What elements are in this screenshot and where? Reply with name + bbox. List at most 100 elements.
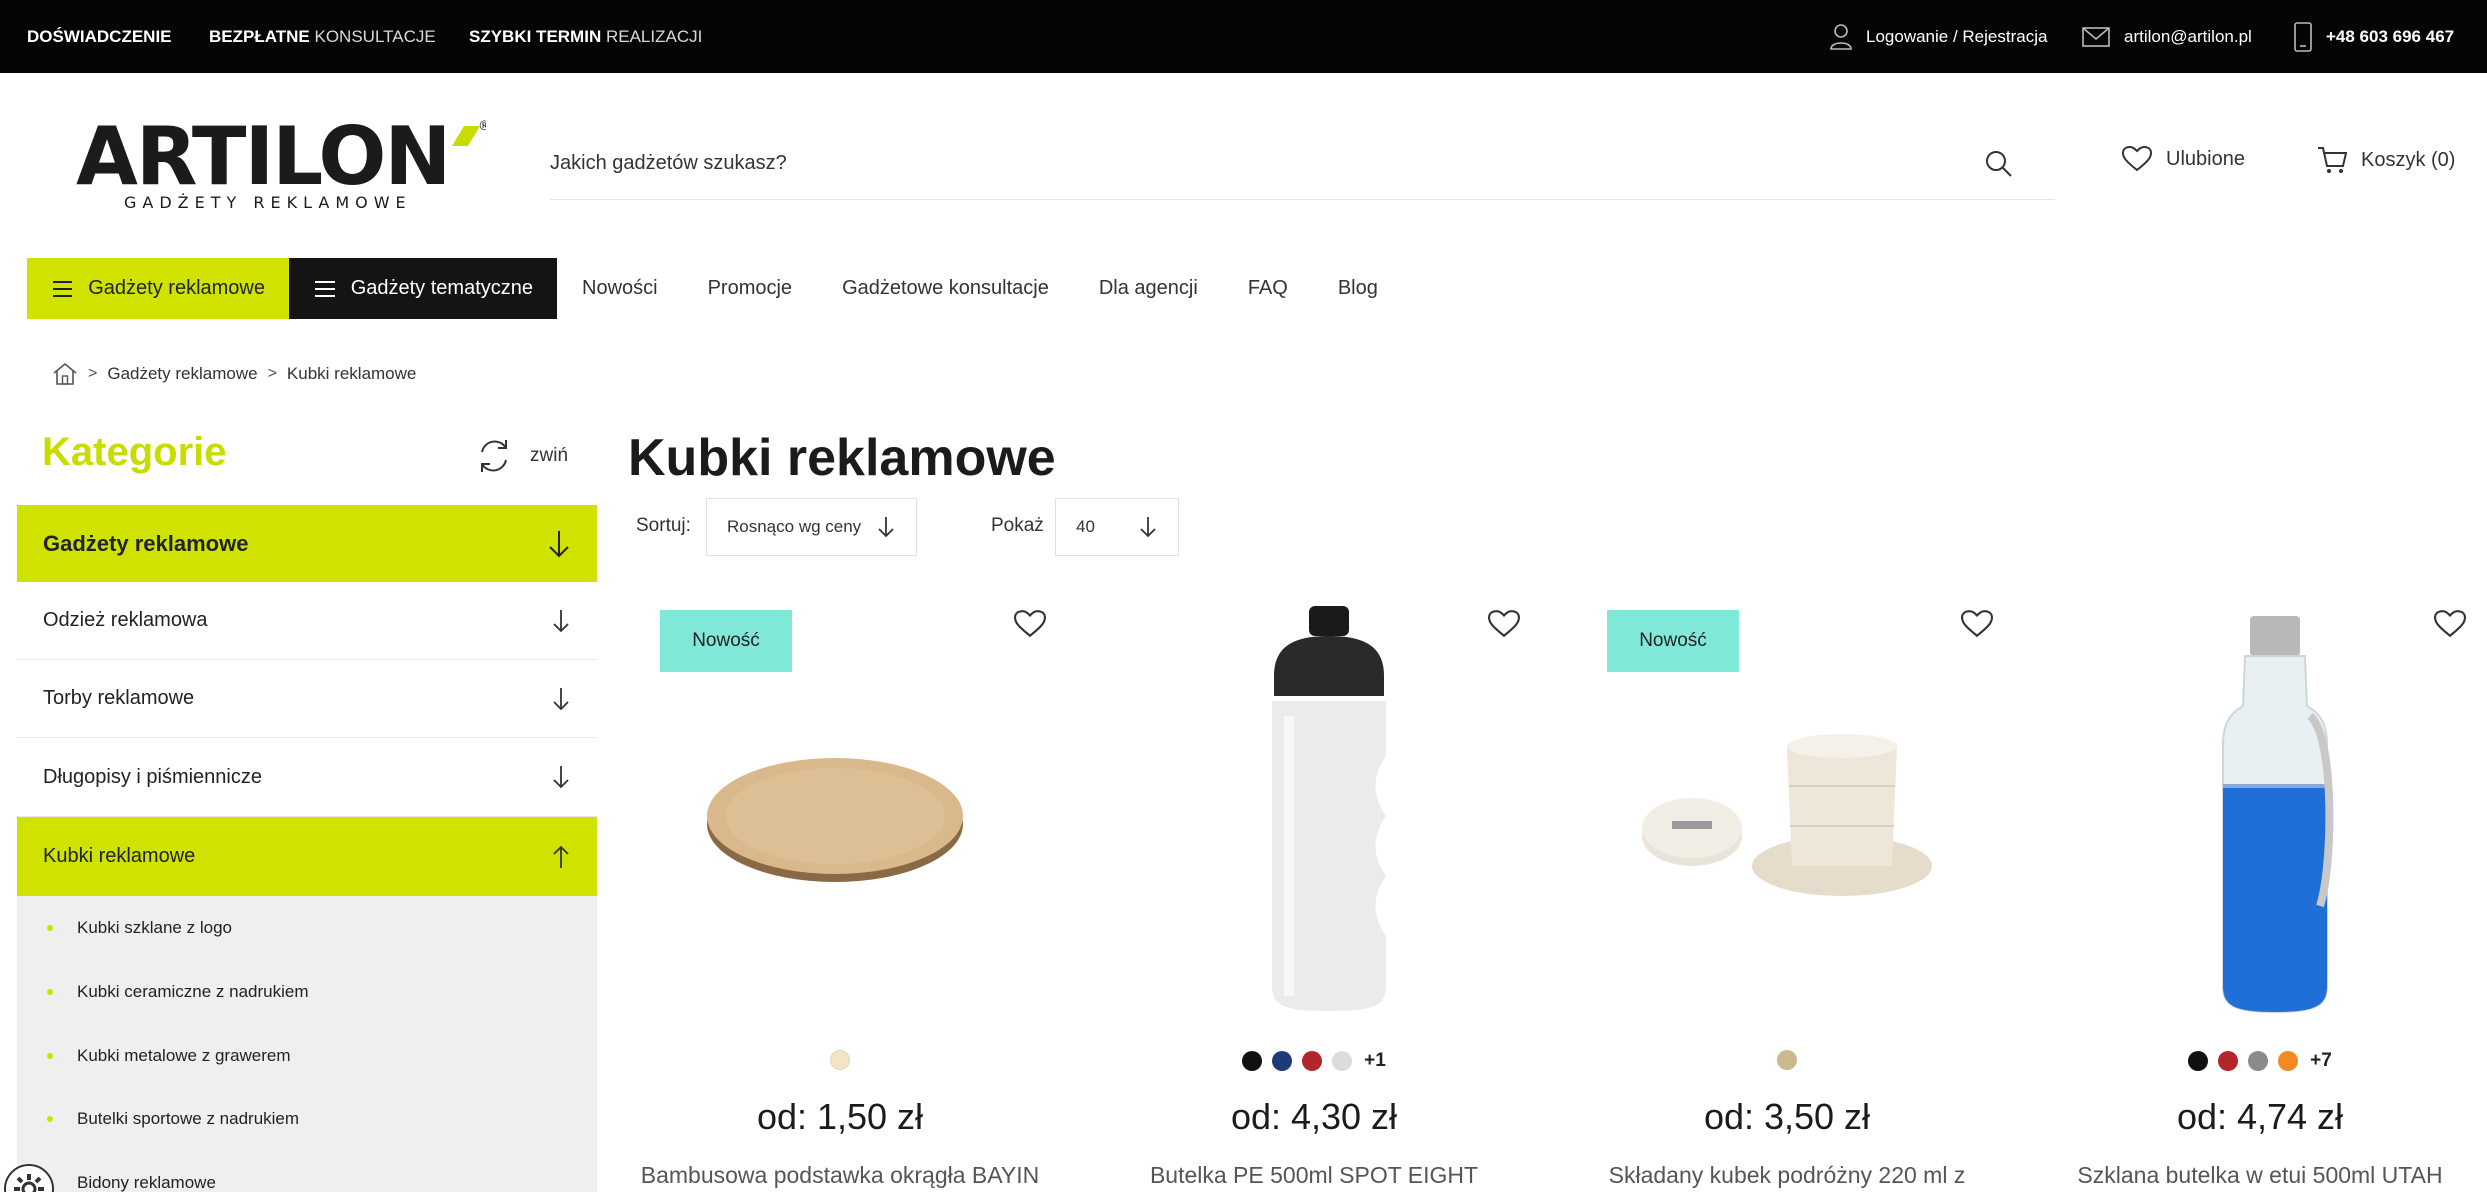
sort-value: Rosnąco wg ceny (727, 517, 862, 536)
nav-promo-gadgets-button[interactable]: Gadżety reklamowe (27, 258, 289, 319)
breadcrumb-current: Kubki reklamowe (286, 364, 417, 383)
product-image-bamboo-coaster[interactable] (700, 746, 970, 886)
product-price: od: 4,74 zł (2176, 1096, 2344, 1137)
top-bar: DOŚWIADCZENIE BEZPŁATNE KONSULTACJE SZYB… (0, 0, 2487, 73)
more-colors-count[interactable]: +1 (1364, 1050, 1386, 1072)
product-price: od: 1,50 zł (756, 1096, 924, 1137)
phone-icon (2294, 21, 2312, 52)
color-swatch[interactable] (1272, 1051, 1293, 1071)
svg-text:GADŻETY REKLAMOWE: GADŻETY REKLAMOWE (124, 193, 412, 212)
color-swatches: +7 (2050, 1050, 2470, 1072)
color-swatch[interactable] (2278, 1051, 2299, 1071)
arrow-down-icon (551, 608, 571, 634)
collapse-categories-button[interactable]: zwiń (476, 436, 568, 476)
menu-icon (315, 280, 335, 297)
product-name[interactable]: Butelka PE 500ml SPOT EIGHT (1104, 1162, 1524, 1189)
color-swatch[interactable] (1777, 1050, 1797, 1070)
login-link[interactable]: Logowanie / Rejestracja (1830, 0, 2047, 73)
usp-consultation: BEZPŁATNE KONSULTACJE (209, 26, 436, 46)
breadcrumb: > Gadżety reklamowe > Kubki reklamowe (52, 362, 416, 386)
nav-link-consultations[interactable]: Gadżetowe konsultacje (842, 277, 1049, 300)
product-image-sport-bottle[interactable] (1254, 606, 1404, 1016)
category-promo-gadgets[interactable]: Gadżety reklamowe (17, 505, 597, 582)
category-mugs[interactable]: Kubki reklamowe (17, 817, 597, 896)
product-name[interactable]: Składany kubek podróżny 220 ml z (1577, 1162, 1997, 1189)
nav-link-faq[interactable]: FAQ (1248, 277, 1288, 300)
per-page-select[interactable]: 40 (1055, 498, 1179, 556)
collapse-label: zwiń (530, 445, 569, 466)
search-icon[interactable] (1985, 150, 2013, 183)
subcategory-label: Bidony reklamowe (77, 1173, 216, 1192)
category-label: Gadżety reklamowe (43, 530, 249, 556)
add-to-favorites-heart-icon[interactable] (1488, 610, 1520, 638)
bullet (47, 989, 53, 995)
subcategory-label: Butelki sportowe z nadrukiem (77, 1109, 300, 1128)
color-swatch[interactable] (2218, 1051, 2239, 1071)
add-to-favorites-heart-icon[interactable] (1014, 610, 1046, 638)
favorites-link[interactable]: Ulubione (2122, 146, 2245, 172)
nav-thematic-gadgets-button[interactable]: Gadżety tematyczne (289, 258, 557, 319)
category-bags[interactable]: Torby reklamowe (17, 660, 597, 738)
new-badge: Nowość (1607, 610, 1739, 672)
color-swatch[interactable] (1242, 1051, 1263, 1071)
svg-text:®: ® (478, 119, 486, 134)
product-name[interactable]: Bambusowa podstawka okrągła BAYIN (630, 1162, 1050, 1189)
email-link[interactable]: artilon@artilon.pl (2082, 0, 2252, 73)
color-swatch[interactable] (1332, 1051, 1353, 1071)
product-image-folding-cup[interactable] (1637, 716, 1957, 916)
home-icon[interactable] (52, 362, 78, 386)
color-swatches: +1 (1104, 1050, 1524, 1072)
color-swatch[interactable] (2188, 1051, 2209, 1071)
color-swatch[interactable] (1302, 1051, 1323, 1071)
subcategory-ceramic-mugs[interactable]: Kubki ceramiczne z nadrukiem (47, 982, 308, 1002)
cart-link[interactable]: Koszyk (0) (2317, 146, 2455, 174)
breadcrumb-link-gadgets[interactable]: Gadżety reklamowe (107, 364, 257, 384)
favorites-label: Ulubione (2166, 147, 2245, 170)
categories-title: Kategorie (42, 430, 227, 474)
menu-icon (53, 280, 73, 297)
arrow-down-icon (547, 529, 571, 559)
product-card[interactable]: Nowość od: 1,50 zł Bambusowa podstawka o… (630, 596, 1050, 1192)
product-card[interactable]: Nowość od: 3,50 zł Składany kubek podróż… (1577, 596, 1997, 1192)
bullet (47, 1116, 53, 1122)
arrow-down-icon (551, 764, 571, 790)
category-pens[interactable]: Długopisy i piśmiennicze (17, 738, 597, 817)
subcategory-label: Kubki metalowe z grawerem (77, 1046, 291, 1065)
subcategory-metal-mugs[interactable]: Kubki metalowe z grawerem (47, 1046, 291, 1066)
color-swatch[interactable] (830, 1050, 850, 1070)
nav-link-promotions[interactable]: Promocje (708, 277, 792, 300)
main-nav: Gadżety reklamowe Gadżety tematyczne Now… (27, 258, 1378, 319)
cart-label: Koszyk (0) (2361, 148, 2456, 171)
product-card[interactable]: +7 od: 4,74 zł Szklana butelka w etui 50… (2050, 596, 2487, 1192)
add-to-favorites-heart-icon[interactable] (2434, 610, 2466, 638)
product-card[interactable]: +1 od: 4,30 zł Butelka PE 500ml SPOT EIG… (1104, 596, 1524, 1192)
subcategory-glass-mugs[interactable]: Kubki szklane z logo (47, 918, 232, 938)
category-label: Długopisy i piśmiennicze (43, 765, 262, 788)
color-swatch[interactable] (2248, 1051, 2269, 1071)
product-name[interactable]: Szklana butelka w etui 500ml UTAH (2050, 1162, 2470, 1189)
subcategory-sport-bottles[interactable]: Butelki sportowe z nadrukiem (47, 1109, 299, 1129)
heart-icon (2122, 146, 2152, 172)
refresh-icon (476, 436, 512, 476)
nav-link-new[interactable]: Nowości (582, 277, 658, 300)
svg-text:ARTILON: ARTILON (76, 116, 449, 203)
nav-link-agencies[interactable]: Dla agencji (1099, 277, 1198, 300)
bullet (47, 925, 53, 931)
nav-link-blog[interactable]: Blog (1338, 277, 1378, 300)
show-label: Pokaż (991, 515, 1044, 536)
more-colors-count[interactable]: +7 (2310, 1050, 2332, 1072)
subcategory-water-bottles[interactable]: Bidony reklamowe (47, 1173, 216, 1192)
usp-fast-delivery: SZYBKI TERMIN REALIZACJI (469, 26, 703, 46)
sort-label: Sortuj: (636, 515, 691, 536)
sort-select[interactable]: Rosnąco wg ceny (706, 498, 917, 556)
add-to-favorites-heart-icon[interactable] (1961, 610, 1993, 638)
phone-link[interactable]: +48 603 696 467 (2294, 0, 2454, 73)
login-label: Logowanie / Rejestracja (1866, 26, 2048, 46)
arrow-down-icon (1138, 515, 1158, 539)
search-input[interactable] (550, 128, 1950, 198)
cart-icon (2317, 146, 2347, 174)
logo[interactable]: ARTILON ® GADŻETY REKLAMOWE (76, 110, 491, 216)
product-image-glass-bottle[interactable] (2215, 616, 2335, 1016)
subcategory-label: Kubki ceramiczne z nadrukiem (77, 982, 309, 1001)
category-clothing[interactable]: Odzież reklamowa (17, 582, 597, 660)
